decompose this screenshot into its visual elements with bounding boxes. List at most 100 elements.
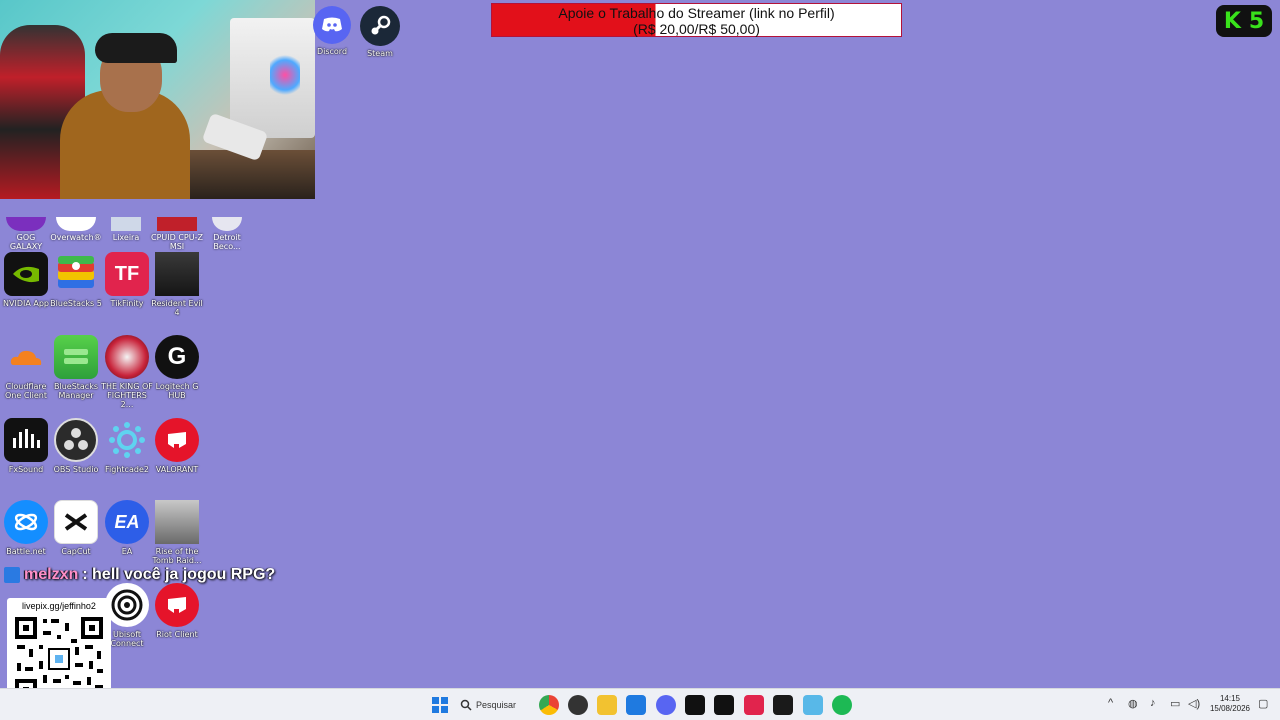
desktop-icon-label: Battle.net — [6, 547, 46, 556]
file-explorer-icon[interactable] — [597, 695, 617, 715]
obs-taskbar-icon[interactable] — [568, 695, 588, 715]
desktop-icon-ea[interactable]: EA EA — [101, 500, 153, 556]
desktop-icon-label: Cloudflare One Client — [5, 382, 47, 400]
piano-icon[interactable] — [685, 695, 705, 715]
resident-evil-icon — [155, 252, 199, 296]
search-label: Pesquisar — [476, 700, 517, 710]
streamer-cap — [95, 33, 177, 63]
notification-icon[interactable]: ▢ — [1258, 697, 1268, 710]
desktop-icon-label: Riot Client — [156, 630, 198, 639]
logo-k: K — [1223, 8, 1241, 34]
clock-date: 15/08/2026 — [1209, 704, 1251, 713]
capcut-icon — [54, 500, 98, 544]
cpuz-icon — [157, 217, 197, 231]
desktop-icon-obs[interactable]: OBS Studio — [50, 418, 102, 474]
tikfinity-taskbar-icon[interactable] — [744, 695, 764, 715]
desktop-icon-label: CapCut — [61, 547, 91, 556]
discord-icon — [313, 6, 351, 44]
desktop-icon-label: BlueStacks 5 — [50, 299, 102, 308]
chat-username: melzxn — [24, 566, 79, 583]
logo-five: 5 — [1248, 8, 1265, 34]
valorant-icon — [155, 418, 199, 462]
donation-goal-title: Apoie o Trabalho do Streamer (link no Pe… — [558, 5, 835, 21]
desktop-icon-battlenet[interactable]: Battle.net — [0, 500, 52, 556]
cloudflare-icon — [4, 335, 48, 379]
bluestacks-icon — [54, 252, 98, 296]
taskbar-clock[interactable]: 14:15 15/08/2026 — [1206, 694, 1254, 714]
desktop-icon-fxsound[interactable]: FxSound — [0, 418, 52, 474]
donation-goal-progress: (R$ 20,00/R$ 50,00) — [633, 21, 760, 37]
desktop-icon-label: TikFinity — [110, 299, 144, 308]
desktop-icon-gog-galaxy[interactable]: GOG GALAXY — [0, 217, 52, 251]
windows-start-icon[interactable] — [430, 695, 450, 715]
desktop-icon-recycle-bin[interactable]: Lixeira — [100, 217, 152, 242]
detroit-icon — [212, 217, 242, 231]
desktop-icon-valorant[interactable]: VALORANT — [151, 418, 203, 474]
desktop-icon-kof[interactable]: THE KING OF FIGHTERS 2... — [101, 335, 153, 409]
desktop-icon-discord[interactable]: Discord — [306, 6, 358, 56]
desktop-icon-riot-client[interactable]: Riot Client — [151, 583, 203, 639]
desktop-icon-label: Overwatch® — [50, 233, 102, 242]
microphone-icon[interactable]: ♪ — [1150, 697, 1156, 709]
chrome-icon[interactable] — [539, 695, 559, 715]
desktop-icon-detroit[interactable]: Detroit Beco... — [201, 217, 253, 251]
gog-galaxy-icon — [6, 217, 46, 231]
fxsound-taskbar-icon[interactable] — [714, 695, 734, 715]
desktop-icon-bluestacks-manager[interactable]: BlueStacks Manager — [50, 335, 102, 400]
desktop-icon-label: FxSound — [8, 465, 44, 474]
desktop-icon-label: Resident Evil 4 — [151, 299, 203, 317]
spotify-icon[interactable] — [832, 695, 852, 715]
desktop-icon-tikfinity[interactable]: TF TikFinity — [101, 252, 153, 308]
taskbar: Pesquisar ^ ◍ ♪ ▭ ◁) 14:15 15/08/2026 ▢ — [0, 688, 1280, 720]
wifi-icon[interactable]: ▭ — [1170, 697, 1180, 710]
discord-taskbar-icon[interactable] — [656, 695, 676, 715]
battlenet-icon — [4, 500, 48, 544]
fxsound-icon — [4, 418, 48, 462]
desktop-icon-label: OBS Studio — [53, 465, 99, 474]
chat-text: : hell você ja jogou RPG? — [82, 566, 276, 583]
desktop-icon-label: Detroit Beco... — [213, 233, 241, 251]
desktop-icon-nvidia[interactable]: NVIDIA App — [0, 252, 52, 308]
desktop-icon-tomb-raider[interactable]: Rise of the Tomb Raid... — [151, 500, 203, 565]
desktop-icon-label: NVIDIA App — [3, 299, 49, 308]
obs-icon — [54, 418, 98, 462]
desktop-icon-cloudflare[interactable]: Cloudflare One Client — [0, 335, 52, 400]
chat-message: melzxn : hell você ja jogou RPG? — [4, 566, 275, 584]
overwatch-icon — [56, 217, 96, 231]
nvidia-icon — [4, 252, 48, 296]
desktop-icon-overwatch[interactable]: Overwatch® — [50, 217, 102, 242]
channel-logo: K 5 — [1216, 5, 1272, 37]
qr-url: livepix.gg/jeffinho2 — [22, 601, 96, 611]
network-icon[interactable]: ◍ — [1128, 697, 1138, 710]
chevron-up-icon[interactable]: ^ — [1108, 697, 1113, 709]
bluestacks-manager-icon — [54, 335, 98, 379]
chat-badge-icon — [4, 567, 20, 583]
desktop-icon-label: Steam — [367, 49, 393, 58]
desktop-icon-logitech-g-hub[interactable]: G Logitech G HUB — [151, 335, 203, 400]
ubisoft-icon — [105, 583, 149, 627]
search-icon — [460, 699, 472, 711]
desktop-icon-label: Discord — [316, 47, 348, 56]
taskbar-search-button[interactable]: Pesquisar — [460, 693, 530, 717]
desktop-icon-label: Fightcade2 — [105, 465, 149, 474]
tikfinity-icon: TF — [105, 252, 149, 296]
desktop-icon-capcut[interactable]: CapCut — [50, 500, 102, 556]
desktop-icon-label: VALORANT — [155, 465, 199, 474]
steam-icon — [360, 6, 400, 46]
desktop-icon-label: Logitech G HUB — [155, 382, 199, 400]
volume-icon[interactable]: ◁) — [1188, 697, 1200, 710]
riot-client-icon — [155, 583, 199, 627]
donation-goal-banner: Apoie o Trabalho do Streamer (link no Pe… — [491, 3, 902, 37]
microsoft-store-icon[interactable] — [626, 695, 646, 715]
desktop-icon-resident-evil[interactable]: Resident Evil 4 — [151, 252, 203, 317]
desktop-icon-fightcade[interactable]: Fightcade2 — [101, 418, 153, 474]
desktop-icon-bluestacks[interactable]: BlueStacks 5 — [50, 252, 102, 308]
fightcade-icon — [105, 418, 149, 462]
desktop-icon-label: THE KING OF FIGHTERS 2... — [101, 382, 153, 409]
desktop-icon-steam[interactable]: Steam — [354, 6, 406, 58]
recycle-bin-icon — [111, 217, 141, 231]
capcut-taskbar-icon[interactable] — [773, 695, 793, 715]
notepad-icon[interactable] — [803, 695, 823, 715]
desktop-icon-cpuz[interactable]: CPUID CPU-Z MSI — [151, 217, 203, 251]
logitech-g-icon: G — [155, 335, 199, 379]
